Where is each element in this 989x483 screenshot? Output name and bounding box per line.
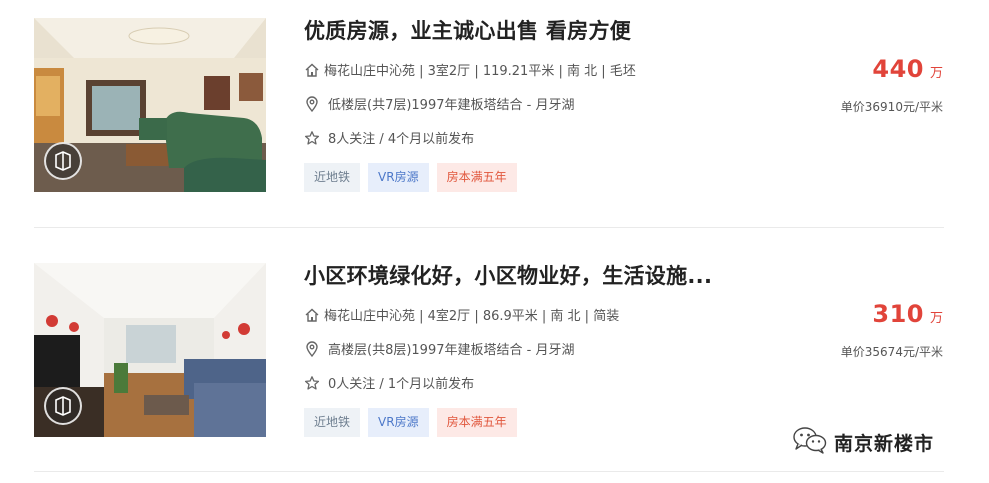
listing-card[interactable]: 优质房源，业主诚心出售 看房方便 梅花山庄中沁苑 | 3室2厅 | 119.21… bbox=[0, 0, 989, 230]
follow-info: 8人关注 / 4个月以前发布 bbox=[304, 128, 474, 147]
floor-info: 高楼层(共8层)1997年建板塔结合 - 月牙湖 bbox=[304, 339, 574, 358]
house-icon bbox=[304, 62, 320, 78]
total-price-value: 310 bbox=[872, 300, 924, 328]
wechat-icon bbox=[792, 426, 828, 458]
listing-photo[interactable] bbox=[34, 263, 266, 437]
listing-title[interactable]: 小区环境绿化好，小区物业好，生活设施... bbox=[304, 260, 712, 290]
house-info: 梅花山庄中沁苑 | 4室2厅 | 86.9平米 | 南 北 | 简装 bbox=[304, 305, 619, 324]
follow-info-text: 0人关注 / 1个月以前发布 bbox=[328, 377, 475, 392]
listing-title[interactable]: 优质房源，业主诚心出售 看房方便 bbox=[304, 15, 631, 45]
watermark-text: 南京新楼市 bbox=[834, 432, 935, 455]
tag-five-years: 房本满五年 bbox=[436, 408, 517, 437]
star-icon bbox=[304, 130, 320, 146]
tag-five-years: 房本满五年 bbox=[436, 163, 517, 192]
follow-info-text: 8人关注 / 4个月以前发布 bbox=[328, 132, 475, 147]
total-price: 310 万 bbox=[872, 300, 943, 328]
star-icon bbox=[304, 375, 320, 391]
tag-list: 近地铁 VR房源 房本满五年 bbox=[304, 408, 517, 437]
house-info: 梅花山庄中沁苑 | 3室2厅 | 119.21平米 | 南 北 | 毛坯 bbox=[304, 60, 636, 79]
location-pin-icon bbox=[304, 95, 320, 112]
unit-price: 单价36910元/平米 bbox=[840, 100, 943, 114]
total-price-unit: 万 bbox=[929, 66, 943, 81]
tag-vr-listing: VR房源 bbox=[368, 408, 429, 437]
follow-info: 0人关注 / 1个月以前发布 bbox=[304, 373, 474, 392]
floor-info: 低楼层(共7层)1997年建板塔结合 - 月牙湖 bbox=[304, 94, 574, 113]
total-price-value: 440 bbox=[872, 55, 924, 83]
watermark: 南京新楼市 bbox=[792, 426, 934, 458]
divider bbox=[34, 227, 944, 228]
vr-icon[interactable] bbox=[44, 142, 82, 180]
unit-price: 单价35674元/平米 bbox=[840, 345, 943, 359]
house-icon bbox=[304, 307, 320, 323]
total-price: 440 万 bbox=[872, 55, 943, 83]
house-info-text: 梅花山庄中沁苑 | 4室2厅 | 86.9平米 | 南 北 | 简装 bbox=[324, 309, 620, 324]
total-price-unit: 万 bbox=[929, 311, 943, 326]
location-pin-icon bbox=[304, 340, 320, 357]
tag-vr-listing: VR房源 bbox=[368, 163, 429, 192]
tag-near-metro: 近地铁 bbox=[304, 163, 361, 192]
vr-icon[interactable] bbox=[44, 387, 82, 425]
house-info-text: 梅花山庄中沁苑 | 3室2厅 | 119.21平米 | 南 北 | 毛坯 bbox=[324, 64, 636, 79]
listing-photo[interactable] bbox=[34, 18, 266, 192]
floor-info-text: 高楼层(共8层)1997年建板塔结合 - 月牙湖 bbox=[328, 343, 575, 358]
tag-list: 近地铁 VR房源 房本满五年 bbox=[304, 163, 517, 192]
floor-info-text: 低楼层(共7层)1997年建板塔结合 - 月牙湖 bbox=[328, 98, 575, 113]
tag-near-metro: 近地铁 bbox=[304, 408, 361, 437]
divider bbox=[34, 471, 944, 472]
